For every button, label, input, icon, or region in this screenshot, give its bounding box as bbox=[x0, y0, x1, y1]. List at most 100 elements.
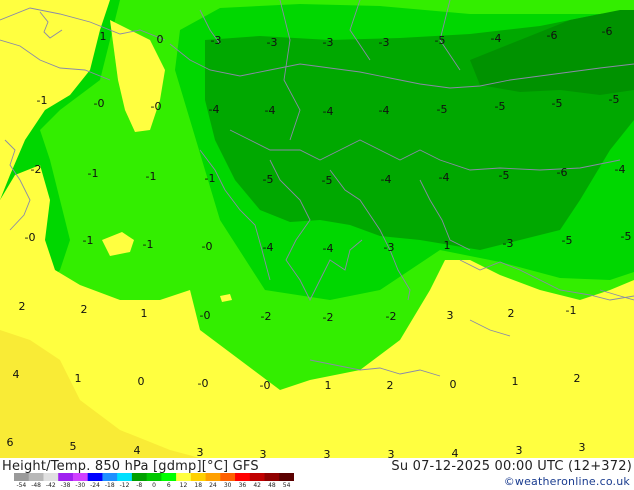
temperature-label: 6 bbox=[7, 436, 14, 449]
temperature-label: -1 bbox=[83, 234, 94, 247]
color-scale-tick: -24 bbox=[90, 482, 100, 489]
temperature-label: -0 bbox=[260, 379, 271, 392]
color-scale-tick: 12 bbox=[179, 482, 188, 489]
temperature-label: -6 bbox=[602, 25, 613, 38]
color-scale-tick: 36 bbox=[238, 482, 247, 489]
temperature-label: -6 bbox=[557, 166, 568, 179]
color-scale-swatch bbox=[87, 473, 103, 481]
temperature-label: 3 bbox=[260, 448, 267, 458]
color-scale-tick: -42 bbox=[45, 482, 56, 489]
temperature-label: 4 bbox=[134, 444, 141, 457]
temperature-label: 3 bbox=[579, 441, 586, 454]
temperature-label: 3 bbox=[324, 448, 331, 458]
temperature-label: -0 bbox=[202, 240, 213, 253]
color-scale-swatch bbox=[220, 473, 236, 481]
color-scale-swatch bbox=[161, 473, 177, 481]
credit-link[interactable]: ©weatheronline.co.uk bbox=[504, 475, 630, 488]
temperature-label: -4 bbox=[439, 171, 450, 184]
temperature-label: -4 bbox=[381, 173, 392, 186]
color-scale-swatch bbox=[28, 473, 44, 481]
temperature-label: 2 bbox=[574, 372, 581, 385]
temperature-label: -0 bbox=[25, 231, 36, 244]
color-scale-tick: -38 bbox=[60, 482, 71, 489]
temperature-label: -5 bbox=[435, 34, 446, 47]
color-scale-tick: 0 bbox=[152, 482, 156, 489]
temperature-label: -4 bbox=[379, 104, 390, 117]
temperature-label: -3 bbox=[211, 34, 222, 47]
temperature-label: -2 bbox=[261, 310, 272, 323]
temperature-label: -0 bbox=[151, 100, 162, 113]
temperature-label: 3 bbox=[447, 309, 454, 322]
color-scale-tick: 18 bbox=[194, 482, 203, 489]
temperature-label: -1 bbox=[205, 172, 216, 185]
temperature-label: -3 bbox=[379, 36, 390, 49]
temperature-label: -5 bbox=[552, 97, 563, 110]
color-scale-tick: -12 bbox=[119, 482, 130, 489]
temperature-label: -3 bbox=[267, 36, 278, 49]
color-scale-tick: 54 bbox=[282, 482, 291, 489]
color-scale-ticks: -54 -48 -42 -38 -30 -24 -18 -12 -8 0 6 12 18 24 30 36 42… bbox=[14, 482, 294, 490]
weather-map-viewer: 1 0 -3 -3 -3 -3 -5 -4 -6 -6 -1 -0 -0 -4 -4 -4 -4 -5 -5 -5 -5… bbox=[0, 0, 634, 490]
color-scale-swatch bbox=[146, 473, 162, 481]
temperature-label: -4 bbox=[491, 32, 502, 45]
color-scale-tick: 24 bbox=[209, 482, 217, 489]
temperature-label: -5 bbox=[562, 234, 573, 247]
temperature-label: 1 bbox=[75, 372, 82, 385]
temperature-label: -5 bbox=[437, 103, 448, 116]
color-scale-swatch bbox=[131, 473, 148, 481]
color-scale-swatch bbox=[279, 473, 294, 481]
temperature-label: -0 bbox=[198, 377, 209, 390]
color-scale-tick: 42 bbox=[253, 482, 261, 489]
temperature-label: -2 bbox=[31, 163, 42, 176]
temperature-label: -1 bbox=[88, 167, 99, 180]
temperature-label: -2 bbox=[386, 310, 397, 323]
temperature-label: -2 bbox=[323, 311, 334, 324]
temperature-label: -1 bbox=[143, 238, 154, 251]
color-scale-tick: 48 bbox=[268, 482, 276, 489]
temperature-label: 0 bbox=[138, 375, 145, 388]
temperature-label: -5 bbox=[499, 169, 510, 182]
temperature-label: -4 bbox=[209, 103, 220, 116]
temperature-label: -5 bbox=[621, 230, 632, 243]
temperature-label: -0 bbox=[94, 97, 105, 110]
color-scale-swatch bbox=[72, 473, 89, 481]
color-scale-tick: -18 bbox=[104, 482, 115, 489]
temperature-label: -1 bbox=[566, 304, 577, 317]
temperature-label: 1 bbox=[325, 379, 332, 392]
temperature-label: 1 bbox=[512, 375, 519, 388]
temperature-label: 3 bbox=[516, 444, 523, 457]
temperature-label: 3 bbox=[197, 446, 204, 458]
color-scale-swatch bbox=[43, 473, 59, 481]
color-scale-swatch bbox=[190, 473, 207, 481]
color-scale-swatch bbox=[102, 473, 118, 481]
temperature-label: 5 bbox=[70, 440, 77, 453]
color-scale-tick: -54 bbox=[16, 482, 27, 489]
temperature-label: 4 bbox=[13, 368, 20, 381]
temperature-label: -6 bbox=[547, 29, 558, 42]
color-scale-swatch bbox=[235, 473, 251, 481]
temperature-map: 1 0 -3 -3 -3 -3 -5 -4 -6 -6 -1 -0 -0 -4 -4 -4 -4 -5 -5 -5 -5… bbox=[0, 0, 634, 458]
color-scale-tick: 6 bbox=[166, 482, 171, 489]
color-scale-swatch bbox=[249, 473, 266, 481]
temperature-label: 2 bbox=[387, 379, 394, 392]
temperature-label: -5 bbox=[263, 173, 274, 186]
color-scale-tick: -8 bbox=[136, 482, 143, 489]
temperature-label: 2 bbox=[81, 303, 88, 316]
color-scale-swatch bbox=[117, 473, 133, 481]
temperature-label: -4 bbox=[323, 242, 334, 255]
color-scale-swatch bbox=[176, 473, 192, 481]
temperature-label: -1 bbox=[146, 170, 157, 183]
temperature-label: -0 bbox=[200, 309, 211, 322]
temperature-label: 1 bbox=[100, 30, 107, 43]
temperature-label: -4 bbox=[615, 163, 626, 176]
temperature-label: 4 bbox=[452, 447, 459, 458]
temperature-label: -5 bbox=[609, 93, 620, 106]
temperature-label: -5 bbox=[322, 174, 333, 187]
color-scale-tick: 30 bbox=[223, 482, 232, 489]
color-scale-tick: -30 bbox=[75, 482, 86, 489]
temperature-label: -5 bbox=[495, 100, 506, 113]
color-scale-swatch bbox=[205, 473, 221, 481]
temperature-label: 2 bbox=[508, 307, 515, 320]
temperature-label: -1 bbox=[37, 94, 48, 107]
temperature-label: -4 bbox=[265, 104, 276, 117]
